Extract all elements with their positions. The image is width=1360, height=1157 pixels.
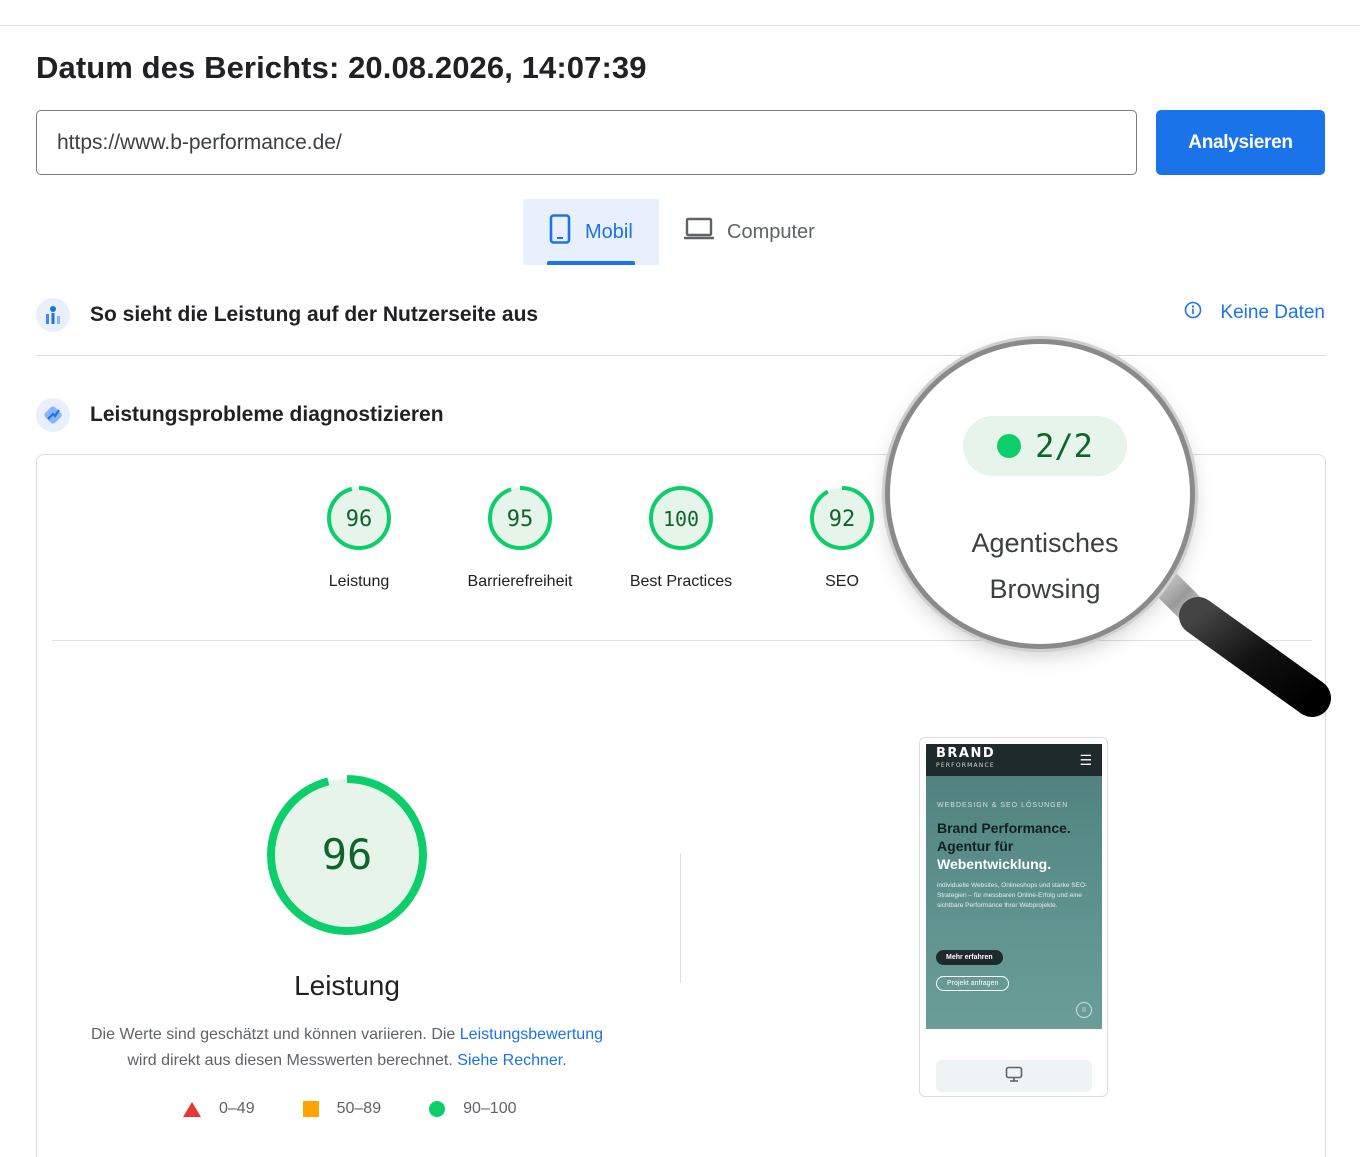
gauge-value: 100 [663, 507, 699, 531]
performance-description: Die Werte sind geschätzt und können vari… [90, 1026, 603, 1069]
calculator-link[interactable]: Siehe Rechner. [457, 1052, 566, 1069]
preview-body: individuelle Websites, Onlineshops und s… [937, 882, 1088, 909]
legend-fail: 0–49 [183, 1100, 255, 1118]
report-date: Datum des Berichts: 20.08.2026, 14:07:39 [36, 50, 647, 85]
field-data-icon [36, 298, 70, 332]
info-icon [1184, 301, 1202, 325]
preview-logo: BRAND PERFORMANCE [936, 746, 996, 769]
circle-icon [429, 1101, 446, 1117]
pause-icon: II [1076, 1002, 1092, 1018]
vertical-divider [680, 853, 681, 983]
field-data-title: So sieht die Leistung auf der Nutzerseit… [90, 303, 539, 326]
gauge-ring: 96 [327, 486, 391, 550]
score-gauge-best-practices[interactable]: 100 Best Practices [601, 485, 761, 591]
url-input[interactable] [36, 110, 1137, 175]
pass-dot-icon [997, 434, 1022, 458]
gauge-label: Barrierefreiheit [467, 573, 573, 590]
gauge-ring: 92 [810, 486, 874, 550]
tab-mobile-label: Mobil [585, 220, 633, 243]
magnifier-lens: 2/2 Agentisches Browsing [890, 344, 1190, 644]
performance-title: Leistung [294, 970, 400, 1001]
tab-mobile[interactable]: Mobil [523, 199, 659, 265]
device-tabs: Mobil Computer [523, 199, 815, 265]
preview-headline: Brand Performance. Agentur für Webentwic… [937, 820, 1071, 872]
gauge-label: Leistung [328, 573, 390, 590]
score-legend: 0–49 50–89 90–100 [183, 1100, 564, 1118]
gauge-ring: 95 [488, 486, 552, 550]
top-border [0, 25, 1360, 26]
gauge-ring: 100 [649, 486, 713, 550]
menu-icon: ☰ [1079, 751, 1092, 768]
diagnose-icon [36, 398, 70, 432]
analyze-button[interactable]: Analysieren [1156, 110, 1325, 175]
square-icon [302, 1101, 319, 1117]
gauge-value: 92 [829, 507, 856, 532]
no-data-label: Keine Daten [1220, 302, 1325, 323]
performance-score-link[interactable]: Leistungsbewertung [460, 1026, 603, 1043]
preview-footer [936, 1060, 1092, 1092]
preview-secondary-button: Projekt anfragen [936, 976, 1010, 991]
laptop-icon [683, 217, 715, 247]
performance-score: 96 [322, 830, 373, 879]
legend-pass: 90–100 [429, 1100, 516, 1118]
no-data-link[interactable]: Keine Daten [1184, 301, 1325, 325]
tab-desktop-label: Computer [727, 220, 815, 243]
preview-eyebrow: WEBDESIGN & SEO LÖSUNGEN [937, 802, 1069, 809]
lab-data-title: Leistungsprobleme diagnostizieren [90, 403, 444, 426]
agentic-score-badge: 2/2 [963, 416, 1127, 476]
preview-primary-button: Mehr erfahren [936, 950, 1003, 965]
performance-gauge: 96 [265, 773, 429, 942]
preview-header: BRAND PERFORMANCE ☰ [926, 744, 1102, 776]
gauge-label: Best Practices [629, 573, 733, 590]
agentic-score: 2/2 [1035, 427, 1093, 465]
triangle-icon [183, 1101, 201, 1117]
page-screenshot-preview: BRAND PERFORMANCE ☰ WEBDESIGN & SEO LÖSUN… [919, 737, 1108, 1097]
legend-average: 50–89 [302, 1100, 381, 1118]
preview-screen: BRAND PERFORMANCE ☰ WEBDESIGN & SEO LÖSUN… [926, 744, 1102, 1029]
score-gauge-accessibility[interactable]: 95 Barrierefreiheit [440, 485, 600, 591]
smartphone-icon [549, 214, 571, 250]
gauge-value: 96 [346, 507, 373, 532]
magnifier-overlay: 2/2 Agentisches Browsing [880, 336, 1340, 726]
tab-desktop[interactable]: Computer [659, 199, 815, 265]
screenshot-icon [1005, 1066, 1023, 1087]
agentic-label: Agentisches Browsing [971, 528, 1119, 604]
gauge-value: 95 [507, 507, 534, 532]
field-data-section: So sieht die Leistung auf der Nutzerseit… [36, 297, 1326, 333]
score-gauge-performance[interactable]: 96 Leistung [279, 485, 439, 591]
